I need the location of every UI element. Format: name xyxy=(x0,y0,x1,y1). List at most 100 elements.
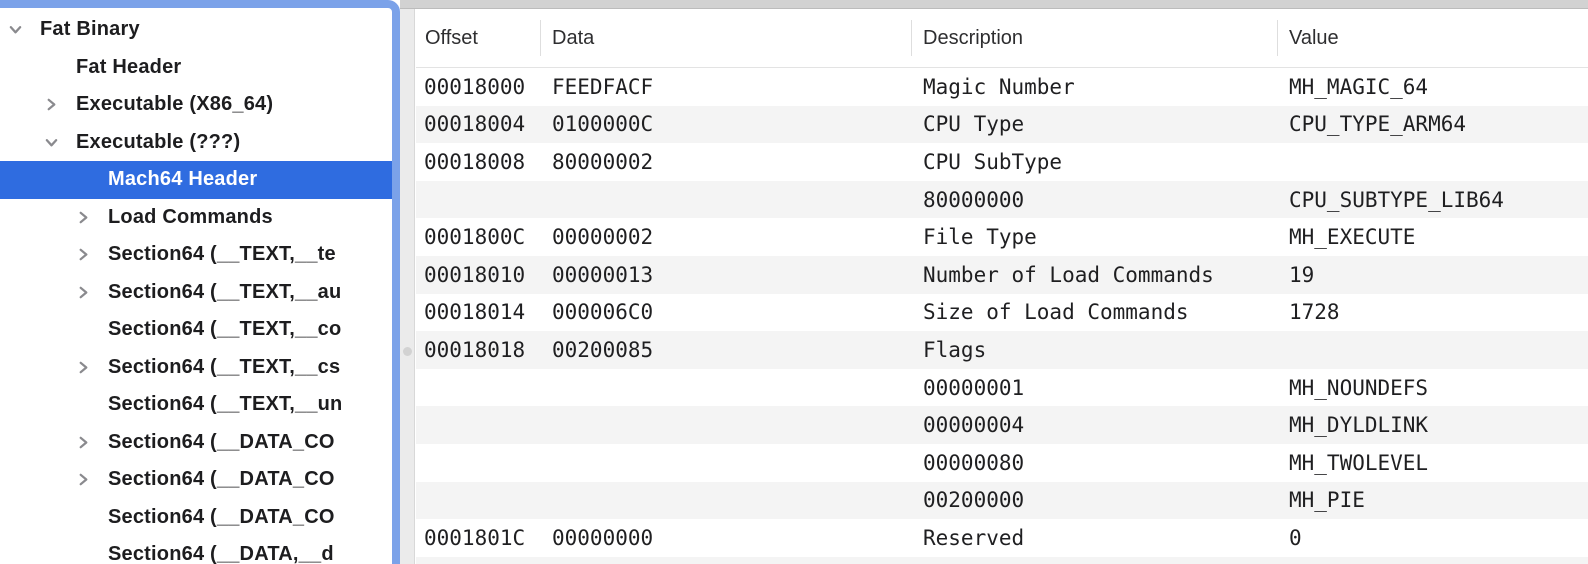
chevron-right-icon[interactable] xyxy=(76,472,91,487)
pane-splitter[interactable] xyxy=(400,9,415,564)
tree-item[interactable]: Section64 (__TEXT,__te xyxy=(0,236,392,274)
cell-value: 1728 xyxy=(1289,294,1340,332)
cell-description: Magic Number xyxy=(923,68,1075,106)
table-row[interactable]: 00000080 MH_TWOLEVEL xyxy=(416,444,1588,482)
table-row[interactable]: 0001801C 00000000 Reserved 0 xyxy=(416,519,1588,557)
table-row[interactable]: 00018000 FEEDFACF Magic Number MH_MAGIC_… xyxy=(416,68,1588,106)
tree-item-label: Section64 (__TEXT,__te xyxy=(108,243,336,266)
cell-data: 00200085 xyxy=(552,331,653,369)
table-row[interactable]: 00000001 MH_NOUNDEFS xyxy=(416,369,1588,407)
cell-description: CPU SubType xyxy=(923,143,1062,181)
sidebar-tree-pane: Fat Binary Fat Header Executable (X86_64… xyxy=(0,0,400,564)
chevron-right-icon[interactable] xyxy=(76,435,91,450)
cell-description: 80000000 xyxy=(923,181,1024,219)
tree-item[interactable]: Section64 (__DATA,__d xyxy=(0,536,392,564)
splitter-handle-dot[interactable] xyxy=(403,347,412,356)
chevron-right-icon[interactable] xyxy=(76,247,91,262)
tree-item[interactable]: Executable (X86_64) xyxy=(0,86,392,124)
cell-value: MH_MAGIC_64 xyxy=(1289,68,1428,106)
table-row[interactable]: 00018014 000006C0 Size of Load Commands … xyxy=(416,294,1588,332)
cell-offset: 00018018 xyxy=(424,331,525,369)
tree-item[interactable]: Section64 (__TEXT,__un xyxy=(0,386,392,424)
cell-description: CPU Type xyxy=(923,106,1024,144)
tree-item[interactable]: Section64 (__TEXT,__au xyxy=(0,274,392,312)
cell-description: 00000001 xyxy=(923,369,1024,407)
cell-data: 80000002 xyxy=(552,143,653,181)
tree-item-label: Mach64 Header xyxy=(108,168,257,191)
column-header-data: Data xyxy=(552,9,594,67)
cell-offset: 0001800C xyxy=(424,218,525,256)
table-row[interactable]: 00000004 MH_DYLDLINK xyxy=(416,406,1588,444)
chevron-down-icon[interactable] xyxy=(44,135,59,150)
cell-value: MH_PIE xyxy=(1289,482,1365,520)
cell-offset: 00018008 xyxy=(424,143,525,181)
cell-offset: 00018010 xyxy=(424,256,525,294)
table-row[interactable]: 80000000 CPU_SUBTYPE_LIB64 xyxy=(416,181,1588,219)
tree-item-label: Fat Binary xyxy=(40,18,140,41)
cell-value: CPU_TYPE_ARM64 xyxy=(1289,106,1466,144)
cell-value: CPU_SUBTYPE_LIB64 xyxy=(1289,181,1504,219)
tree-item[interactable]: Section64 (__DATA_CO xyxy=(0,424,392,462)
tree-item[interactable]: Section64 (__DATA_CO xyxy=(0,461,392,499)
tree-item-label: Section64 (__TEXT,__cs xyxy=(108,356,340,379)
cell-offset: 00018000 xyxy=(424,68,525,106)
chevron-right-icon[interactable] xyxy=(76,210,91,225)
column-header-offset: Offset xyxy=(425,9,478,67)
column-divider xyxy=(540,20,541,56)
cell-value: 19 xyxy=(1289,256,1314,294)
cell-value: MH_TWOLEVEL xyxy=(1289,444,1428,482)
tree-item[interactable]: Section64 (__DATA_CO xyxy=(0,499,392,537)
chevron-right-icon[interactable] xyxy=(76,285,91,300)
cell-description: 00200000 xyxy=(923,482,1024,520)
cell-value: 0 xyxy=(1289,519,1302,557)
tree-item[interactable]: Section64 (__TEXT,__cs xyxy=(0,349,392,387)
table-row[interactable]: 0001800C 00000002 File Type MH_EXECUTE xyxy=(416,218,1588,256)
tree-item-label: Section64 (__TEXT,__au xyxy=(108,281,341,304)
tree-item-label: Section64 (__DATA_CO xyxy=(108,506,335,529)
cell-description: Flags xyxy=(923,331,986,369)
cell-description: Reserved xyxy=(923,519,1024,557)
column-divider xyxy=(1277,20,1278,56)
tree-item[interactable]: Section64 (__TEXT,__co xyxy=(0,311,392,349)
tree-item-label: Section64 (__DATA,__d xyxy=(108,543,334,564)
chevron-right-icon[interactable] xyxy=(44,97,59,112)
cell-data: 00000000 xyxy=(552,519,653,557)
cell-data: 0100000C xyxy=(552,106,653,144)
cell-description: 00000004 xyxy=(923,406,1024,444)
cell-data: 00000002 xyxy=(552,218,653,256)
cell-description: Size of Load Commands xyxy=(923,294,1189,332)
cell-offset: 00018014 xyxy=(424,294,525,332)
table-row[interactable]: 00018008 80000002 CPU SubType xyxy=(416,143,1588,181)
tree-item-label: Section64 (__TEXT,__co xyxy=(108,318,341,341)
column-header-description: Description xyxy=(923,9,1023,67)
tree-item[interactable]: Fat Binary xyxy=(0,11,392,49)
tree-item[interactable]: Fat Header xyxy=(0,49,392,87)
cell-offset: 0001801C xyxy=(424,519,525,557)
chevron-right-icon[interactable] xyxy=(76,360,91,375)
chevron-down-icon[interactable] xyxy=(8,22,23,37)
tree-item[interactable]: Executable (???) xyxy=(0,124,392,162)
tree-item-label: Executable (X86_64) xyxy=(76,93,273,116)
machoview-window: Offset Data Description Value 00018000 F… xyxy=(0,0,1588,564)
tree-item-label: Section64 (__DATA_CO xyxy=(108,468,335,491)
binary-structure-tree: Fat Binary Fat Header Executable (X86_64… xyxy=(0,0,392,564)
tree-item[interactable]: Mach64 Header xyxy=(0,161,392,199)
cell-offset: 00018004 xyxy=(424,106,525,144)
table-row[interactable]: 00200000 MH_PIE xyxy=(416,482,1588,520)
cell-value: MH_DYLDLINK xyxy=(1289,406,1428,444)
cell-data: 00000013 xyxy=(552,256,653,294)
cell-description: 00000080 xyxy=(923,444,1024,482)
table-row[interactable]: 00018004 0100000C CPU Type CPU_TYPE_ARM6… xyxy=(416,106,1588,144)
tree-item[interactable]: Load Commands xyxy=(0,199,392,237)
tree-item-label: Section64 (__TEXT,__un xyxy=(108,393,342,416)
table-row[interactable]: 00018018 00200085 Flags xyxy=(416,331,1588,369)
table-row[interactable]: 00018010 00000013 Number of Load Command… xyxy=(416,256,1588,294)
cell-description: Number of Load Commands xyxy=(923,256,1214,294)
cell-value: MH_NOUNDEFS xyxy=(1289,369,1428,407)
tree-item-label: Load Commands xyxy=(108,206,273,229)
tree-item-label: Section64 (__DATA_CO xyxy=(108,431,335,454)
cell-value: MH_EXECUTE xyxy=(1289,218,1415,256)
tree-item-label: Executable (???) xyxy=(76,131,240,154)
column-header-value: Value xyxy=(1289,9,1339,67)
cell-data: 000006C0 xyxy=(552,294,653,332)
